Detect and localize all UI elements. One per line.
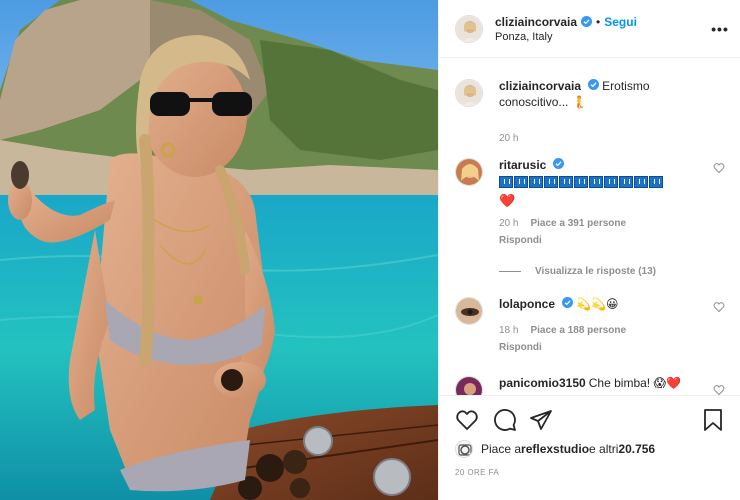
action-bar bbox=[455, 408, 725, 434]
post-time-ago[interactable]: 20 ORE FA bbox=[455, 468, 499, 477]
view-replies-button[interactable]: Visualizza le risposte (13) bbox=[499, 266, 656, 277]
blue-square-emoji bbox=[499, 176, 513, 188]
photo-illustration bbox=[0, 0, 438, 500]
caption-avatar[interactable] bbox=[455, 79, 483, 107]
red-heart-emoji: ❤️ bbox=[499, 193, 516, 208]
heart-icon[interactable] bbox=[713, 162, 725, 174]
blue-square-emoji bbox=[604, 176, 618, 188]
likes-summary[interactable]: Piace a reflexstudio e altri 20.756 bbox=[455, 440, 655, 458]
separator-dot: • bbox=[596, 14, 601, 29]
blue-square-emoji bbox=[589, 176, 603, 188]
save-icon[interactable] bbox=[701, 408, 725, 432]
comments-list: cliziaincorvaia Erotismo conoscitivo... … bbox=[439, 59, 740, 395]
header-text: cliziaincorvaia • Segui Ponza, Italy bbox=[495, 15, 637, 43]
follow-button[interactable]: Segui bbox=[604, 15, 637, 29]
blue-square-emoji bbox=[634, 176, 648, 188]
verified-icon bbox=[553, 158, 565, 169]
likes-prefix: Piace a bbox=[481, 442, 522, 456]
instagram-post: cliziaincorvaia • Segui Ponza, Italy •••… bbox=[0, 0, 740, 500]
verified-icon bbox=[588, 79, 600, 90]
comment-item: lolaponce 💫💫😀 18 h Piace a 188 persone R… bbox=[455, 297, 725, 357]
comment-text: Che bimba! 😱❤️ bbox=[588, 376, 681, 390]
comment-avatar[interactable] bbox=[455, 158, 483, 186]
post-side-panel: cliziaincorvaia • Segui Ponza, Italy •••… bbox=[438, 0, 740, 500]
liker-avatar bbox=[455, 440, 473, 458]
blue-square-emoji bbox=[649, 176, 663, 188]
likes-count[interactable]: 20.756 bbox=[618, 442, 655, 456]
comment-item: panicomio3150 Che bimba! 😱❤️ bbox=[455, 376, 725, 395]
comment-avatar[interactable] bbox=[455, 376, 483, 395]
caption: cliziaincorvaia Erotismo conoscitivo... … bbox=[455, 79, 725, 144]
heart-icon[interactable] bbox=[713, 384, 725, 395]
verified-icon bbox=[581, 16, 593, 27]
comment-likes[interactable]: Piace a 391 persone bbox=[530, 216, 626, 231]
comment-text: 💫💫😀 bbox=[576, 297, 619, 311]
replies-divider bbox=[499, 271, 521, 272]
comment-item: ritarusic ❤️ 20 h Piace a 391 persone Ri… bbox=[455, 158, 725, 258]
comment-username[interactable]: ritarusic bbox=[499, 158, 546, 172]
comment-time[interactable]: 18 h bbox=[499, 323, 518, 338]
comment-avatar[interactable] bbox=[455, 297, 483, 325]
comment-username[interactable]: lolaponce bbox=[499, 297, 555, 311]
share-icon[interactable] bbox=[529, 408, 553, 432]
blue-square-emoji bbox=[559, 176, 573, 188]
comment-icon[interactable] bbox=[493, 408, 517, 432]
view-replies-label: Visualizza le risposte (13) bbox=[535, 266, 656, 277]
emoji-row bbox=[499, 176, 663, 188]
blue-square-emoji bbox=[529, 176, 543, 188]
author-username[interactable]: cliziaincorvaia bbox=[495, 15, 577, 29]
caption-time[interactable]: 20 h bbox=[499, 131, 518, 146]
caption-username[interactable]: cliziaincorvaia bbox=[499, 79, 581, 93]
comment-username[interactable]: panicomio3150 bbox=[499, 376, 586, 390]
verified-icon bbox=[562, 297, 574, 308]
heart-icon[interactable] bbox=[713, 301, 725, 313]
blue-square-emoji bbox=[619, 176, 633, 188]
comment-likes[interactable]: Piace a 188 persone bbox=[530, 323, 626, 338]
comment-time[interactable]: 20 h bbox=[499, 216, 518, 231]
reply-button[interactable]: Rispondi bbox=[499, 233, 709, 248]
author-avatar[interactable] bbox=[455, 14, 483, 43]
blue-square-emoji bbox=[544, 176, 558, 188]
heart-icon[interactable] bbox=[455, 408, 479, 432]
reply-button[interactable]: Rispondi bbox=[499, 340, 709, 355]
post-header: cliziaincorvaia • Segui Ponza, Italy ••• bbox=[439, 0, 740, 58]
blue-square-emoji bbox=[574, 176, 588, 188]
likes-suffix: e altri bbox=[589, 442, 619, 456]
more-icon[interactable]: ••• bbox=[711, 20, 729, 38]
post-location[interactable]: Ponza, Italy bbox=[495, 31, 637, 43]
likes-user[interactable]: reflexstudio bbox=[521, 442, 589, 456]
post-photo[interactable] bbox=[0, 0, 438, 500]
blue-square-emoji bbox=[514, 176, 528, 188]
post-actions: Piace a reflexstudio e altri 20.756 20 O… bbox=[439, 395, 740, 500]
